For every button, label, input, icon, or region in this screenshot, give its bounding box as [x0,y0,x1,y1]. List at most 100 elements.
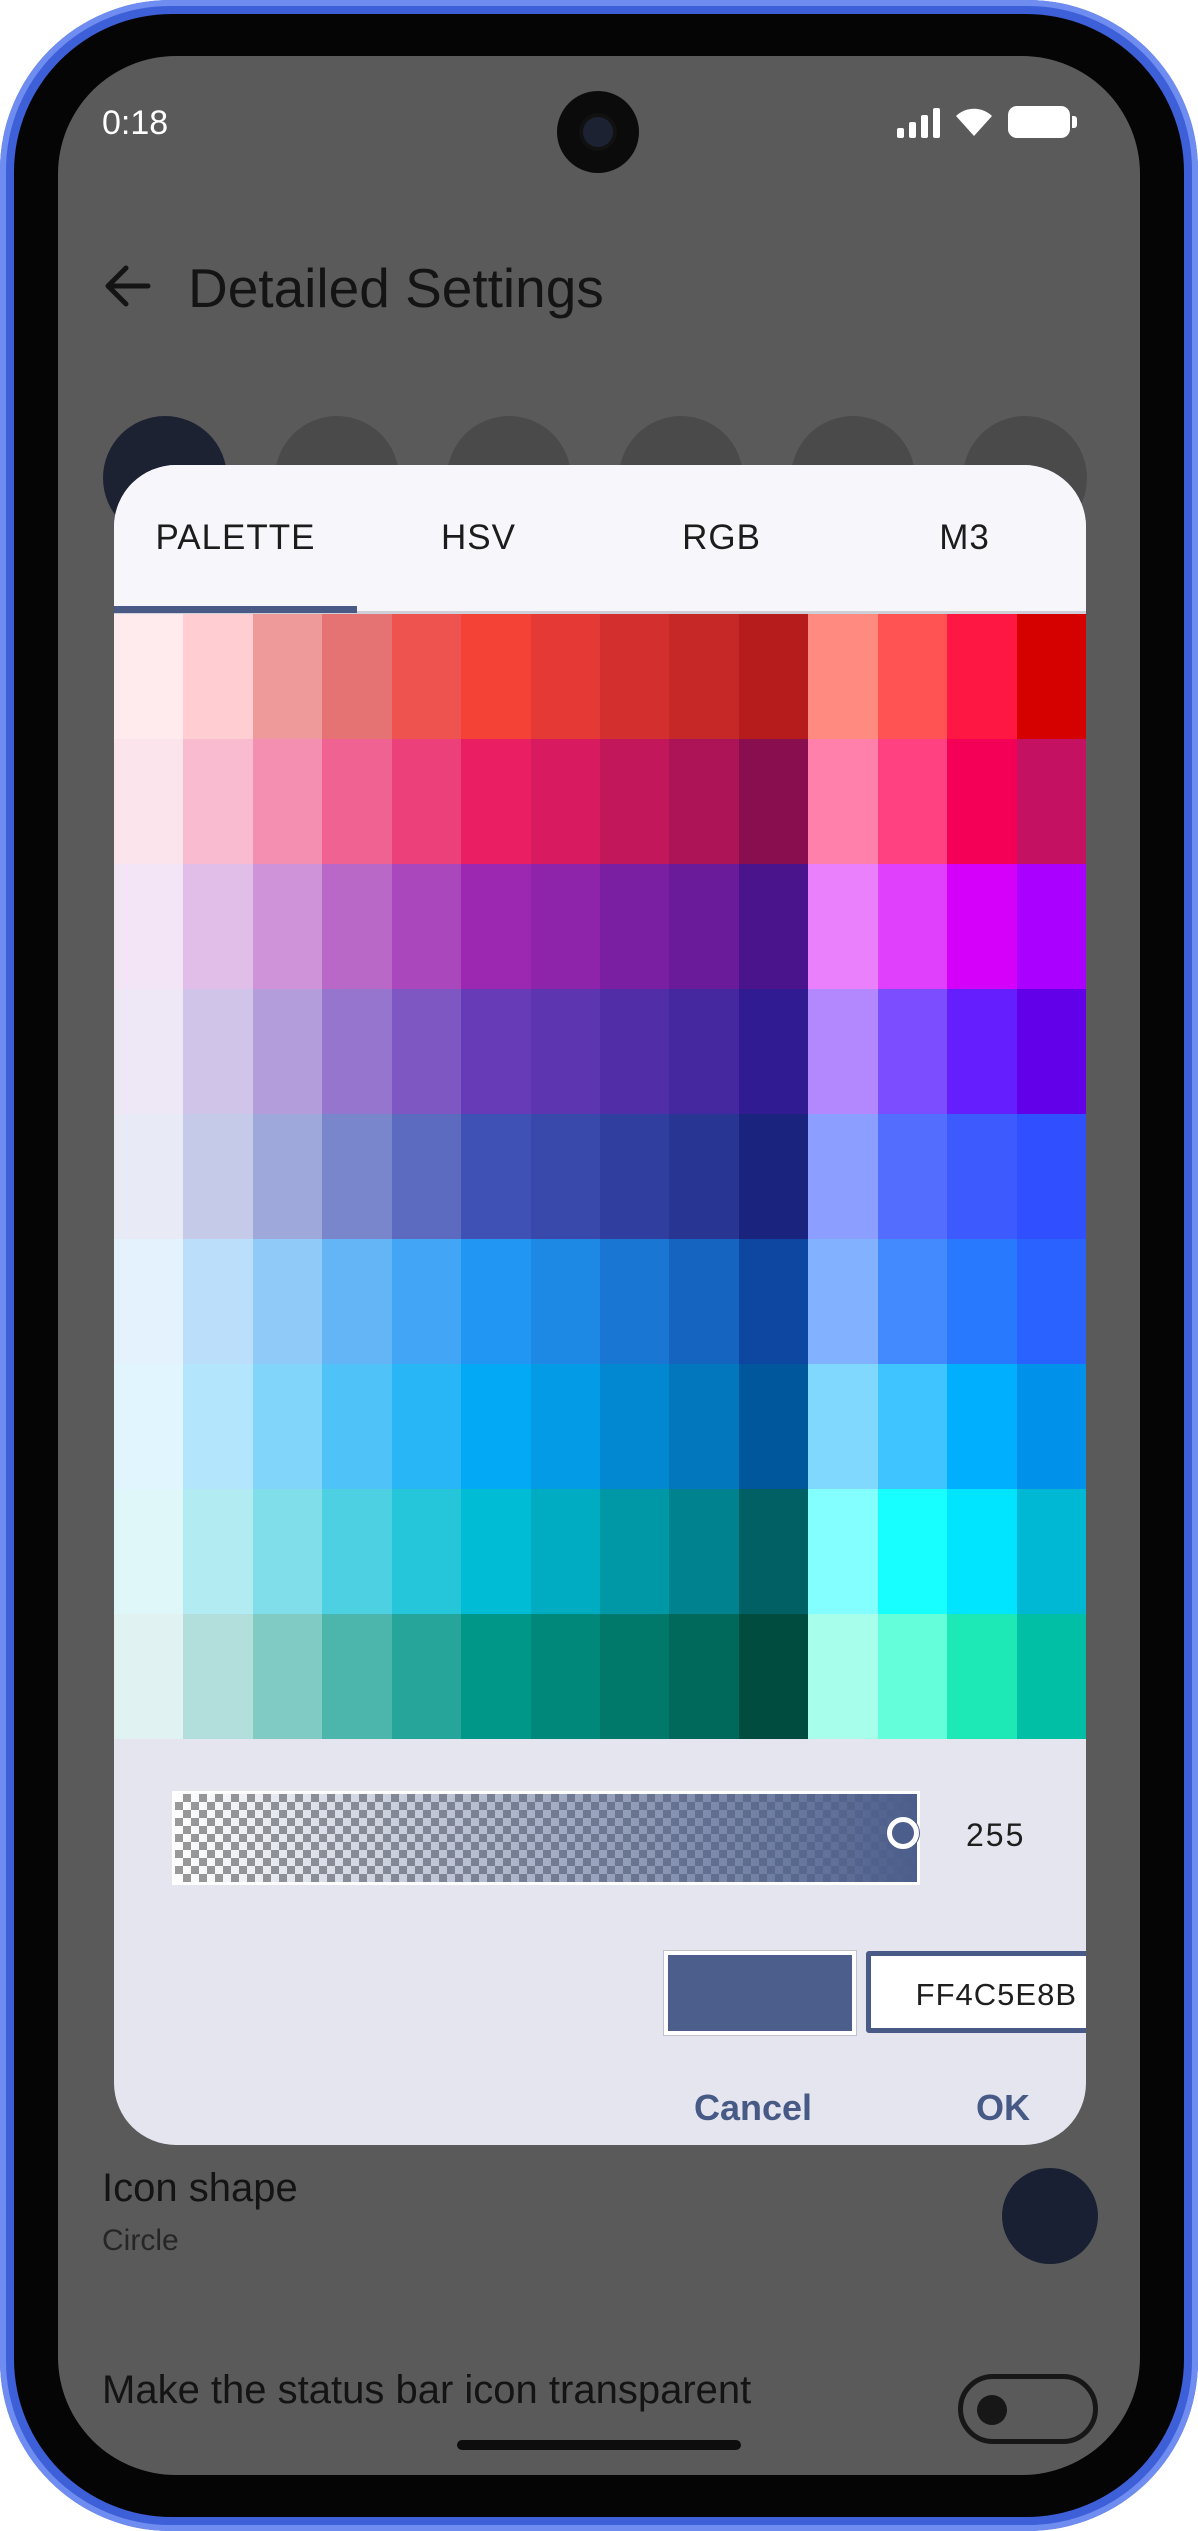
color-swatch[interactable] [183,1239,253,1364]
color-swatch[interactable] [183,1489,253,1614]
color-swatch[interactable] [391,1239,462,1364]
color-swatch[interactable] [322,614,392,739]
color-swatch[interactable] [738,864,809,989]
color-swatch[interactable] [183,864,253,989]
color-swatch[interactable] [669,1489,739,1614]
color-swatch[interactable] [808,739,878,864]
color-swatch[interactable] [114,1114,184,1239]
color-swatch[interactable] [1016,614,1086,739]
color-swatch[interactable] [738,1364,809,1489]
color-swatch[interactable] [669,614,739,739]
color-swatch[interactable] [530,1114,600,1239]
color-swatch[interactable] [947,1239,1017,1364]
color-swatch[interactable] [530,614,600,739]
color-swatch[interactable] [1016,1114,1086,1239]
color-swatch[interactable] [322,1114,392,1239]
color-swatch[interactable] [877,864,948,989]
color-swatch[interactable] [183,1364,253,1489]
color-swatch[interactable] [669,864,739,989]
color-swatch[interactable] [808,864,878,989]
color-swatch[interactable] [877,739,948,864]
arrow-back-icon[interactable] [96,254,160,318]
tab-palette[interactable]: PALETTE [114,465,357,611]
color-swatch[interactable] [114,739,184,864]
color-swatch[interactable] [391,1489,462,1614]
color-swatch[interactable] [252,864,323,989]
color-swatch[interactable] [600,1489,670,1614]
color-swatch[interactable] [1016,989,1086,1114]
color-swatch[interactable] [530,989,600,1114]
color-swatch[interactable] [947,989,1017,1114]
color-swatch[interactable] [530,1489,600,1614]
color-swatch[interactable] [183,1114,253,1239]
color-swatch[interactable] [600,1364,670,1489]
color-swatch[interactable] [252,739,323,864]
color-swatch[interactable] [252,1364,323,1489]
color-swatch[interactable] [808,614,878,739]
color-swatch[interactable] [947,864,1017,989]
color-swatch[interactable] [947,1114,1017,1239]
color-swatch[interactable] [808,989,878,1114]
hex-input[interactable]: FF4C5E8B [866,1951,1086,2033]
color-swatch[interactable] [600,989,670,1114]
color-swatch[interactable] [322,739,392,864]
color-swatch[interactable] [252,614,323,739]
color-swatch[interactable] [877,1614,948,1739]
color-swatch[interactable] [877,1239,948,1364]
color-swatch[interactable] [1016,739,1086,864]
color-swatch[interactable] [322,1239,392,1364]
color-swatch[interactable] [252,989,323,1114]
icon-shape-preview[interactable] [1002,2168,1098,2264]
tab-rgb[interactable]: RGB [600,465,843,611]
color-swatch[interactable] [877,989,948,1114]
color-swatch[interactable] [669,989,739,1114]
color-swatch[interactable] [114,1614,184,1739]
color-swatch[interactable] [391,1614,462,1739]
color-swatch[interactable] [669,1114,739,1239]
color-swatch[interactable] [738,1489,809,1614]
color-swatch[interactable] [391,864,462,989]
color-swatch[interactable] [391,1364,462,1489]
color-swatch[interactable] [252,1114,323,1239]
color-swatch[interactable] [461,1614,531,1739]
color-swatch[interactable] [600,1239,670,1364]
color-swatch[interactable] [322,989,392,1114]
color-swatch[interactable] [530,864,600,989]
color-swatch[interactable] [669,1614,739,1739]
color-swatch[interactable] [738,1239,809,1364]
color-swatch[interactable] [183,739,253,864]
color-swatch[interactable] [1016,1239,1086,1364]
color-swatch[interactable] [1016,1614,1086,1739]
color-swatch[interactable] [252,1489,323,1614]
color-swatch[interactable] [461,864,531,989]
color-swatch[interactable] [461,1239,531,1364]
color-swatch[interactable] [947,1489,1017,1614]
color-swatch[interactable] [738,1614,809,1739]
color-swatch[interactable] [114,1489,184,1614]
color-swatch[interactable] [322,1489,392,1614]
color-swatch[interactable] [461,1364,531,1489]
color-swatch[interactable] [391,989,462,1114]
color-swatch[interactable] [669,739,739,864]
color-swatch[interactable] [183,1614,253,1739]
color-swatch[interactable] [600,1614,670,1739]
color-swatch[interactable] [530,1614,600,1739]
color-swatch[interactable] [1016,1364,1086,1489]
color-swatch[interactable] [877,614,948,739]
cancel-button[interactable]: Cancel [694,2087,812,2129]
color-swatch[interactable] [391,739,462,864]
tab-hsv[interactable]: HSV [357,465,600,611]
color-swatch[interactable] [808,1614,878,1739]
color-swatch[interactable] [252,1614,323,1739]
color-swatch[interactable] [322,1614,392,1739]
color-swatch[interactable] [461,1489,531,1614]
color-swatch[interactable] [252,1239,323,1364]
color-swatch[interactable] [600,614,670,739]
color-swatch[interactable] [461,1114,531,1239]
color-swatch[interactable] [461,989,531,1114]
color-swatch[interactable] [322,864,392,989]
color-swatch[interactable] [669,1239,739,1364]
color-swatch[interactable] [808,1489,878,1614]
color-swatch[interactable] [669,1364,739,1489]
color-swatch[interactable] [1016,1489,1086,1614]
